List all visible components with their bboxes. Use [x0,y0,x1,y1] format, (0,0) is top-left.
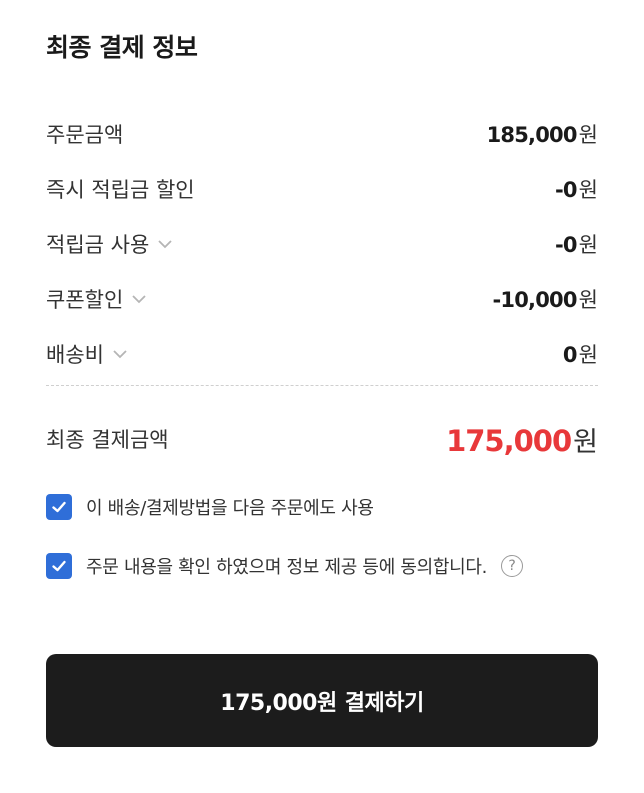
final-payment-panel: 최종 결제 정보 주문금액 185,000 원 즉시 적립금 할인 -0 원 적… [0,0,644,793]
row-value: 0 [562,342,578,367]
row-shipping-fee[interactable]: 배송비 0 원 [46,326,598,381]
save-method-checkbox[interactable] [46,494,72,520]
row-label: 주문금액 [46,122,124,147]
final-total-row: 최종 결제금액 175,000원 [46,414,598,464]
row-value: -0 [554,232,578,257]
save-method-label[interactable]: 이 배송/결제방법을 다음 주문에도 사용 [86,494,374,520]
section-title: 최종 결제 정보 [46,33,198,62]
pay-button-amount: 175,000원 [220,690,337,716]
row-label: 쿠폰할인 [46,287,124,312]
row-value: -0 [554,177,578,202]
currency-unit: 원 [573,426,598,458]
pay-button-label: 결제하기 [344,690,424,716]
chevron-down-icon[interactable] [129,289,149,309]
help-icon[interactable]: ? [501,555,524,577]
row-label: 즉시 적립금 할인 [46,177,195,202]
pay-button[interactable]: 175,000원 결제하기 [46,654,598,747]
row-instant-points-discount: 즉시 적립금 할인 -0 원 [46,161,598,216]
agreement-label[interactable]: 주문 내용을 확인 하였으며 정보 제공 등에 동의합니다. [86,553,487,579]
chevron-down-icon[interactable] [110,344,130,364]
final-total-value: 175,000원 [446,420,598,459]
row-value: 185,000 [486,122,578,147]
row-value: -10,000 [492,287,578,312]
final-total-amount: 175,000 [446,423,572,458]
payment-breakdown: 주문금액 185,000 원 즉시 적립금 할인 -0 원 적립금 사용 -0 … [46,106,598,381]
currency-unit: 원 [578,232,598,257]
currency-unit: 원 [578,287,598,312]
row-coupon-discount[interactable]: 쿠폰할인 -10,000 원 [46,271,598,326]
currency-unit: 원 [578,122,598,147]
checkmark-icon [52,560,66,572]
save-method-option: 이 배송/결제방법을 다음 주문에도 사용 [46,494,598,520]
chevron-down-icon[interactable] [155,234,175,254]
currency-unit: 원 [578,342,598,367]
currency-unit: 원 [578,177,598,202]
dashed-divider [46,385,598,386]
row-label: 적립금 사용 [46,232,150,257]
agreement-option: 주문 내용을 확인 하였으며 정보 제공 등에 동의합니다. ? [46,553,598,579]
row-points-usage[interactable]: 적립금 사용 -0 원 [46,216,598,271]
row-label: 배송비 [46,342,104,367]
row-order-amount: 주문금액 185,000 원 [46,106,598,161]
agreement-checkbox[interactable] [46,553,72,579]
checkmark-icon [52,501,66,513]
final-total-label: 최종 결제금액 [46,428,169,452]
